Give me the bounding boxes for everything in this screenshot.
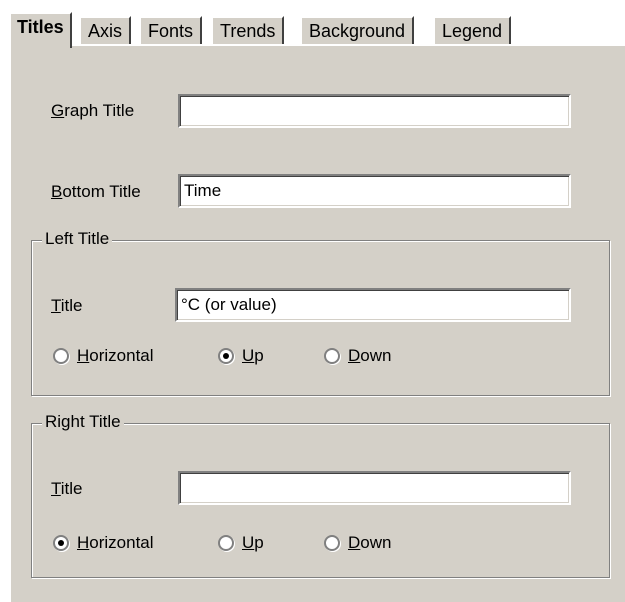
right-horizontal-radio[interactable]: Horizontal [53, 533, 154, 553]
tab-titles[interactable]: Titles [9, 12, 72, 48]
radio-indicator [53, 348, 69, 364]
right-up-label: Up [242, 533, 264, 552]
right-horizontal-label: Horizontal [77, 533, 154, 552]
right-title-input[interactable] [180, 473, 569, 503]
left-down-label: Down [348, 346, 392, 365]
left-up-label: Up [242, 346, 264, 365]
tab-legend[interactable]: Legend [433, 16, 512, 44]
right-up-radio[interactable]: Up [218, 533, 264, 553]
graph-title-label: Graph Title [51, 101, 135, 120]
right-title-label: Title [51, 479, 83, 498]
left-title-label: Title [51, 296, 83, 315]
radio-indicator [324, 535, 340, 551]
radio-indicator [218, 535, 234, 551]
left-horizontal-label: Horizontal [77, 346, 154, 365]
right-title-field[interactable] [178, 471, 571, 505]
bottom-title-label: Bottom Title [51, 182, 141, 201]
tab-strip: Titles Axis Fonts Trends Background Lege… [9, 10, 625, 48]
left-down-radio[interactable]: Down [324, 346, 391, 366]
left-title-input[interactable] [177, 290, 569, 320]
left-title-field[interactable] [175, 288, 571, 322]
radio-indicator [324, 348, 340, 364]
bottom-title-input[interactable] [180, 176, 569, 206]
bottom-title-field[interactable] [178, 174, 571, 208]
left-up-radio[interactable]: Up [218, 346, 264, 366]
tab-background[interactable]: Background [300, 16, 415, 44]
left-horizontal-radio[interactable]: Horizontal [53, 346, 154, 366]
titles-panel: Graph Title Bottom Title Left Title Titl… [9, 44, 625, 602]
radio-indicator-selected [53, 535, 69, 551]
tab-fonts[interactable]: Fonts [139, 16, 203, 44]
tab-trends[interactable]: Trends [211, 16, 285, 44]
graph-title-field[interactable] [178, 94, 571, 128]
graph-title-input[interactable] [180, 96, 569, 126]
left-title-group-label: Left Title [42, 229, 113, 249]
right-down-label: Down [348, 533, 392, 552]
right-title-group-label: Right Title [42, 412, 124, 432]
right-down-radio[interactable]: Down [324, 533, 391, 553]
radio-indicator-selected [218, 348, 234, 364]
tab-axis[interactable]: Axis [79, 16, 132, 44]
